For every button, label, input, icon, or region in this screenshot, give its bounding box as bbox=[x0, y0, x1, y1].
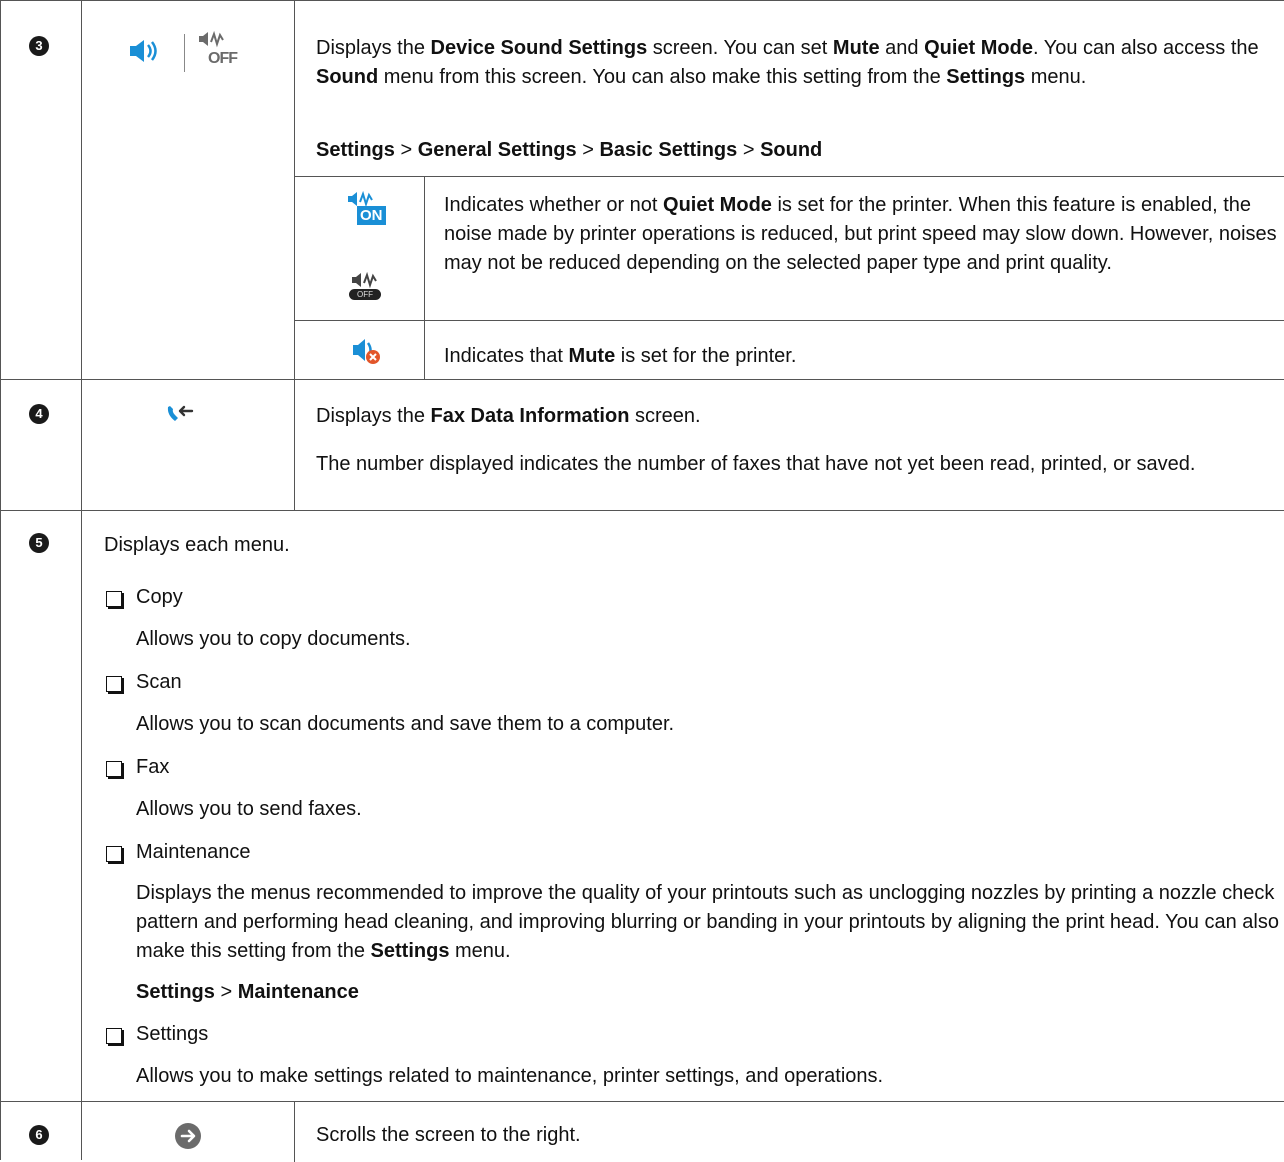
row4-line1-pre: Displays the bbox=[316, 405, 431, 427]
table-border-top bbox=[0, 0, 1284, 1]
row3-desc-m1: screen. You can set bbox=[647, 37, 833, 59]
row-divider-4-5 bbox=[0, 510, 1284, 511]
row3-desc-pre: Displays the bbox=[316, 37, 431, 59]
mute-icon bbox=[351, 337, 387, 376]
row3-desc-b1: Device Sound Settings bbox=[430, 37, 648, 59]
scroll-right-icon bbox=[174, 1122, 202, 1159]
sound-on-icon bbox=[128, 38, 164, 73]
row-number-6: 6 bbox=[29, 1125, 49, 1145]
maint-path-sep: > bbox=[214, 981, 238, 1003]
row-divider-5-6 bbox=[0, 1101, 1284, 1102]
menu-item-settings-desc: Allows you to make settings related to m… bbox=[136, 1065, 884, 1087]
checkbox-icon bbox=[106, 591, 122, 607]
quiet-desc-b1: Quiet Mode bbox=[663, 194, 772, 216]
row3-settings-path: Settings > General Settings > Basic Sett… bbox=[316, 136, 822, 165]
path-settings: Settings bbox=[316, 139, 395, 161]
row-number-5: 5 bbox=[29, 533, 49, 553]
quiet-mode-on-icon: ON bbox=[347, 191, 397, 231]
col-divider-2a bbox=[294, 0, 295, 511]
menu-item-fax-label: Fax bbox=[136, 756, 170, 778]
quiet-mode-on-label: ON bbox=[357, 206, 386, 225]
row-number-4: 4 bbox=[29, 404, 49, 424]
fax-data-icon bbox=[165, 403, 195, 434]
row-divider-3-4 bbox=[0, 379, 1284, 380]
path-sep-1: > bbox=[394, 139, 418, 161]
row-number-3: 3 bbox=[29, 36, 49, 56]
subtable-divider bbox=[424, 176, 425, 379]
mute-desc-b1: Mute bbox=[568, 345, 616, 367]
row3-desc-m2: and bbox=[879, 37, 925, 59]
table-border-left bbox=[0, 0, 1, 1160]
maint-path-maintenance: Maintenance bbox=[237, 981, 359, 1003]
row3-description: Displays the Device Sound Settings scree… bbox=[316, 34, 1276, 92]
row3-desc-m5: menu. bbox=[1025, 66, 1087, 88]
subtable-top bbox=[294, 176, 1284, 177]
menu-item-maintenance-label: Maintenance bbox=[136, 841, 251, 863]
icon-separator bbox=[184, 34, 185, 72]
col-divider-2b bbox=[294, 1102, 295, 1162]
quiet-mode-off-small-icon: OFF bbox=[349, 272, 399, 306]
row4-line2: The number displayed indicates the numbe… bbox=[316, 453, 1196, 475]
quiet-mode-off-small-label: OFF bbox=[349, 289, 381, 300]
quiet-desc-pre: Indicates whether or not bbox=[444, 194, 664, 216]
row6-description: Scrolls the screen to the right. bbox=[316, 1124, 581, 1146]
row4-line1: Displays the Fax Data Information screen… bbox=[316, 402, 1276, 431]
subtable-row-divider bbox=[294, 320, 1284, 321]
checkbox-icon bbox=[106, 846, 122, 862]
quiet-mode-off-icon: OFF bbox=[198, 30, 258, 74]
menu-item-maintenance-desc: Displays the menus recommended to improv… bbox=[136, 879, 1284, 966]
row3-desc-b3: Quiet Mode bbox=[924, 37, 1033, 59]
row3-desc-m3: . You can also access the bbox=[1032, 37, 1259, 59]
checkbox-icon bbox=[106, 1028, 122, 1044]
row3-desc-b5: Settings bbox=[946, 66, 1026, 88]
quiet-mode-off-label: OFF bbox=[208, 50, 238, 67]
mute-desc-post: is set for the printer. bbox=[615, 345, 797, 367]
maint-desc-b: Settings bbox=[370, 940, 450, 962]
menu-item-settings-label: Settings bbox=[136, 1023, 209, 1045]
path-sep-3: > bbox=[737, 139, 761, 161]
row3-desc-b2: Mute bbox=[832, 37, 880, 59]
row4-line1-b1: Fax Data Information bbox=[430, 405, 630, 427]
menu-item-copy-label: Copy bbox=[136, 586, 183, 608]
path-sep-2: > bbox=[576, 139, 600, 161]
path-sound: Sound bbox=[760, 139, 823, 161]
mute-description: Indicates that Mute is set for the print… bbox=[444, 342, 796, 371]
menu-item-copy-desc: Allows you to copy documents. bbox=[136, 628, 411, 650]
row4-line1-post: screen. bbox=[629, 405, 701, 427]
quiet-mode-description: Indicates whether or not Quiet Mode is s… bbox=[444, 191, 1284, 278]
col-divider-1 bbox=[81, 0, 82, 1160]
maint-desc-pre: Displays the menus recommended to improv… bbox=[136, 882, 1279, 962]
mute-desc-pre: Indicates that bbox=[444, 345, 569, 367]
path-basic-settings: Basic Settings bbox=[599, 139, 738, 161]
menu-item-scan-label: Scan bbox=[136, 671, 182, 693]
checkbox-icon bbox=[106, 761, 122, 777]
menu-item-scan-desc: Allows you to scan documents and save th… bbox=[136, 713, 675, 735]
maintenance-settings-path: Settings > Maintenance bbox=[136, 978, 359, 1007]
maint-desc-post: menu. bbox=[449, 940, 511, 962]
row5-intro: Displays each menu. bbox=[104, 534, 290, 556]
row3-desc-b4: Sound bbox=[316, 66, 379, 88]
checkbox-icon bbox=[106, 676, 122, 692]
reference-table: 3 OFF Displays the Device Sound Settings… bbox=[0, 0, 1284, 1162]
menu-item-fax-desc: Allows you to send faxes. bbox=[136, 798, 362, 820]
path-general-settings: General Settings bbox=[417, 139, 577, 161]
maint-path-settings: Settings bbox=[136, 981, 215, 1003]
row3-desc-m4: menu from this screen. You can also make… bbox=[378, 66, 947, 88]
